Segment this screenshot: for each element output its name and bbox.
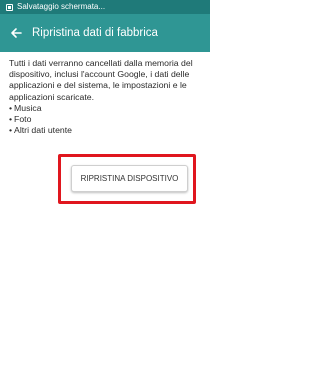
list-item: Altri dati utente — [9, 125, 204, 136]
back-button[interactable] — [2, 14, 30, 52]
screenshot-icon — [6, 3, 13, 11]
data-list: Musica Foto Altri dati utente — [9, 103, 204, 137]
status-notification-text: Salvataggio schermata... — [17, 2, 106, 11]
app-bar: Ripristina dati di fabbrica — [0, 14, 210, 52]
description-text: Tutti i dati verranno cancellati dalla m… — [9, 58, 193, 102]
list-item: Musica — [9, 103, 204, 114]
content-area: Tutti i dati verranno cancellati dalla m… — [9, 58, 204, 136]
back-arrow-icon — [11, 28, 22, 38]
status-bar: Salvataggio schermata... — [0, 0, 210, 14]
page-title: Ripristina dati di fabbrica — [32, 27, 158, 39]
reset-device-button[interactable]: RIPRISTINA DISPOSITIVO — [71, 165, 188, 192]
list-item: Foto — [9, 114, 204, 125]
